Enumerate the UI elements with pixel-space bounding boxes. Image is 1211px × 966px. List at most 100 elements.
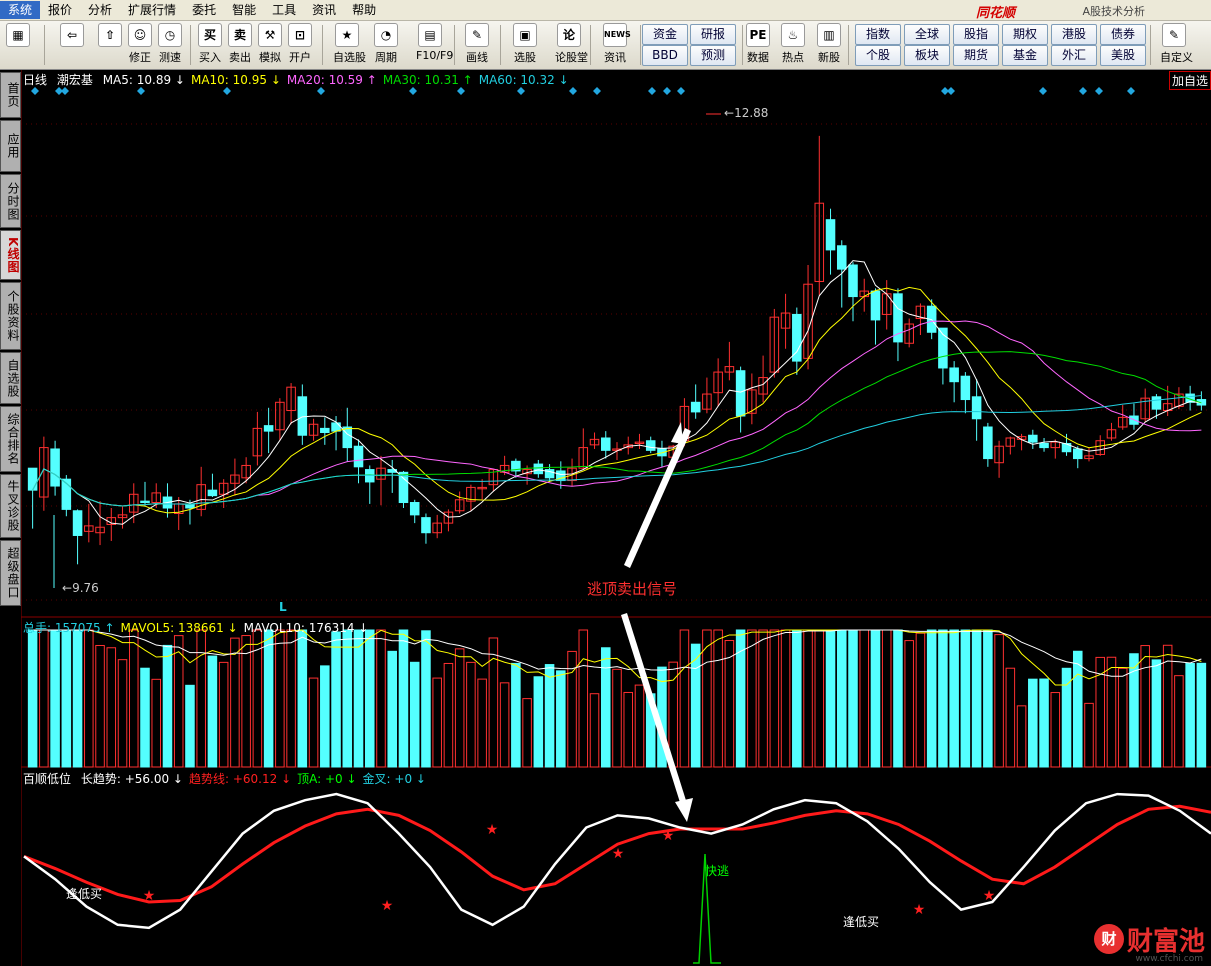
volume-bar xyxy=(409,661,420,768)
up-down-button[interactable]: ⇧ xyxy=(96,22,124,68)
volume-bar xyxy=(881,629,892,768)
clock-button[interactable]: ◔ 周期 xyxy=(372,22,400,68)
sidebar-tab-自选股[interactable]: 自选股 xyxy=(0,352,21,404)
volume-bar xyxy=(814,629,825,768)
market-button-债券[interactable]: 债券 xyxy=(1100,24,1146,45)
add-favorite-button[interactable]: 加自选 xyxy=(1168,71,1211,90)
volume-bar xyxy=(769,629,780,768)
volume-bar xyxy=(735,629,746,768)
menu-item-help[interactable]: 帮助 xyxy=(344,1,384,19)
kline-chart-area[interactable]: ★ ★ ★ ★ ★ ★ ★ 日线 潮宏基 MA5: 10.89 ↓ MA10: 10.95 ↓… xyxy=(21,70,1211,966)
toolbar-button-label: 自定义 xyxy=(1160,51,1193,64)
layout-button[interactable]: ▦ xyxy=(4,22,32,68)
toolbar-separator xyxy=(742,25,743,65)
market-button-期权[interactable]: 期权 xyxy=(1002,24,1048,45)
ma-legend: MA5: 10.89 ↓ MA10: 10.95 ↓ MA20: 10.59 ↑ MA… xyxy=(103,73,575,87)
menu-item-tools[interactable]: 工具 xyxy=(264,1,304,19)
speed-button[interactable]: ◷ 测速 xyxy=(156,22,184,68)
volume-bar xyxy=(117,659,128,768)
legend-item-MA30: MA30: 10.31 ↑ xyxy=(382,73,473,87)
market-button-港股[interactable]: 港股 xyxy=(1051,24,1097,45)
sidebar-tab-应用[interactable]: 应用 xyxy=(0,120,21,172)
market-button-全球[interactable]: 全球 xyxy=(904,24,950,45)
volume-bar xyxy=(466,661,476,768)
sidebar-tab-超级盘口[interactable]: 超级盘口 xyxy=(0,540,21,606)
volume-bar xyxy=(353,629,364,768)
candle-body xyxy=(971,396,982,420)
menu-item-analysis[interactable]: 分析 xyxy=(80,1,120,19)
volume-bar xyxy=(95,644,105,768)
volume-bar xyxy=(1106,656,1117,768)
forum-button[interactable]: 论论股堂 xyxy=(555,22,588,68)
volume-bar xyxy=(836,629,847,768)
candle-body xyxy=(533,463,544,475)
quick-button-资金[interactable]: 资金 xyxy=(642,24,688,45)
legend-item-MA20: MA20: 10.59 ↑ xyxy=(286,73,377,87)
volume-bar xyxy=(713,629,723,768)
market-button-指数[interactable]: 指数 xyxy=(855,24,901,45)
signal-diamond xyxy=(947,87,955,95)
ma-line-MA10 xyxy=(32,286,1202,514)
custom-button[interactable]: ✎ 自定义 xyxy=(1160,22,1193,68)
pen-button[interactable]: ✎ 画线 xyxy=(463,22,491,68)
buy-button[interactable]: 买买入 xyxy=(196,22,224,68)
quick-button-研报[interactable]: 研报 xyxy=(690,24,736,45)
volume-bar xyxy=(1061,667,1072,768)
menu-item-extended[interactable]: 扩展行情 xyxy=(120,1,184,19)
candle-body xyxy=(949,367,959,383)
volume-bar xyxy=(39,629,49,768)
sidebar-tab-K线图[interactable]: K线图 xyxy=(0,230,21,280)
toolbar-button-label: 资讯 xyxy=(604,51,626,64)
sidebar-tab-综合排名[interactable]: 综合排名 xyxy=(0,406,21,472)
monitor-button[interactable]: ▣ 选股 xyxy=(511,22,539,68)
volume-bar xyxy=(926,629,937,768)
volume-bar xyxy=(870,629,881,768)
volume-bar xyxy=(679,629,690,768)
market-button-外汇[interactable]: 外汇 xyxy=(1051,45,1097,66)
toolbar-button-label: 选股 xyxy=(514,51,536,64)
menu-item-smart[interactable]: 智能 xyxy=(224,1,264,19)
sidebar-tab-首页[interactable]: 首页 xyxy=(0,72,21,118)
pe-button[interactable]: PE 数据 xyxy=(744,22,772,68)
volume-bar xyxy=(263,629,274,768)
quick-button-BBD[interactable]: BBD xyxy=(642,45,688,66)
toolbar-button-label: 论股堂 xyxy=(555,51,588,64)
menu-item-info[interactable]: 资讯 xyxy=(304,1,344,19)
newstock-icon: ▥ xyxy=(817,23,841,47)
market-button-基金[interactable]: 基金 xyxy=(1002,45,1048,66)
f10-button[interactable]: ▤ F10/F9 xyxy=(416,22,453,68)
market-button-美股[interactable]: 美股 xyxy=(1100,45,1146,66)
sidebar-tab-分时图[interactable]: 分时图 xyxy=(0,174,21,228)
market-button-期货[interactable]: 期货 xyxy=(953,45,999,66)
volume-bar xyxy=(803,629,813,768)
quick-button-预测[interactable]: 预测 xyxy=(690,45,736,66)
sell-button[interactable]: 卖卖出 xyxy=(226,22,254,68)
hot-button[interactable]: ♨ 热点 xyxy=(779,22,807,68)
market-button-股指[interactable]: 股指 xyxy=(953,24,999,45)
watermark-text: 财富池 xyxy=(1126,926,1205,957)
market-button-板块[interactable]: 板块 xyxy=(904,45,950,66)
buy-signal-star: ★ xyxy=(143,888,156,904)
back-button[interactable]: ⇦ xyxy=(58,22,86,68)
hammer-button[interactable]: ⚒ 模拟 xyxy=(256,22,284,68)
newstock-button[interactable]: ▥ 新股 xyxy=(815,22,843,68)
menu-item-trade[interactable]: 委托 xyxy=(184,1,224,19)
menu-item-system[interactable]: 系统 xyxy=(0,1,41,19)
signal-diamond xyxy=(1127,87,1135,95)
star-button[interactable]: ★ 自选股 xyxy=(333,22,366,68)
menu-item-quote[interactable]: 报价 xyxy=(40,1,80,19)
candle-body xyxy=(207,489,218,497)
legend-item-顶A: 顶A: +0 ↓ xyxy=(297,772,357,786)
volume-bar xyxy=(994,634,1004,768)
adjust-button[interactable]: ☺ 修正 xyxy=(126,22,154,68)
speed-icon: ◷ xyxy=(158,23,182,47)
market-button-个股[interactable]: 个股 xyxy=(855,45,901,66)
ma-line-MA20 xyxy=(32,320,1202,507)
sidebar-tab-牛叉诊股[interactable]: 牛叉诊股 xyxy=(0,474,21,538)
sidebar-tab-个股资料[interactable]: 个股资料 xyxy=(0,282,21,350)
news-button[interactable]: NEWS 资讯 xyxy=(601,22,631,68)
lock-button[interactable]: ⊡ 开户 xyxy=(286,22,314,68)
volume-bar xyxy=(1140,645,1150,768)
chart-canvas[interactable]: ★ ★ ★ ★ ★ ★ ★ xyxy=(21,70,1211,966)
signal-diamond xyxy=(31,87,39,95)
